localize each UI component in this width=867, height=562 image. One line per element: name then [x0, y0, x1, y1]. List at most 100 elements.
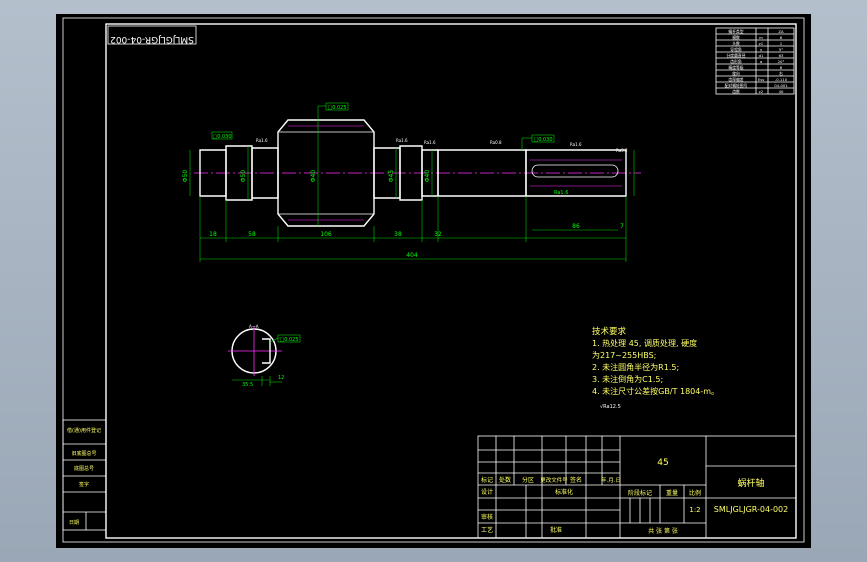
- left-strip-4: 签字: [79, 481, 89, 488]
- diameter-label-2: Φ50: [240, 170, 247, 183]
- tb-change-doc: 更改文件号: [540, 476, 568, 484]
- parameter-table: 蜗杆类型 ZA 模数 m 6 头数 z1 1 导程角 γ 5° 分度圆直径 d1 63 齿形角 α 20° 精度等…: [715, 27, 795, 95]
- param-row-7-val: 右: [779, 71, 783, 76]
- outer-frame: [62, 17, 805, 543]
- tech-req-line-3: 2. 未注圆角半径为R1.5;: [592, 362, 679, 372]
- drawing-number-box: SMLJGLJGR-04-002: [107, 25, 197, 45]
- length-4: 38: [394, 231, 402, 238]
- param-row-4-label: 分度圆直径: [727, 53, 746, 58]
- length-1: 18: [209, 231, 217, 238]
- overall-length: 404: [406, 252, 418, 259]
- param-row-6-val: 8: [780, 65, 783, 70]
- param-row-5-label: 齿形角: [730, 59, 742, 64]
- param-row-2-sym: z1: [759, 41, 764, 46]
- left-strip-3: 底图总号: [74, 465, 94, 472]
- tolerance-box-2: □0.025: [327, 105, 346, 111]
- param-row-8-sym: Ess: [758, 77, 764, 82]
- tb-zone: 分区: [522, 476, 534, 484]
- roughness-3: Ra0.8: [490, 140, 502, 145]
- tech-req-title: 技术要求: [592, 326, 627, 337]
- general-roughness: √Ra12.5: [600, 404, 621, 410]
- tb-standardization: 标准化: [555, 488, 573, 496]
- tb-scale: 1:2: [689, 506, 700, 514]
- tech-req-line-1: 1. 热处理 45, 调质处理, 硬度: [592, 338, 697, 348]
- diameter-label-5: Φ40: [424, 170, 431, 183]
- roughness-7: Ra3.2: [616, 148, 628, 153]
- param-row-4-val: 63: [779, 53, 784, 58]
- inner-frame: [105, 23, 797, 539]
- tb-weight: 重量: [666, 489, 678, 497]
- param-row-8-label: 齿厚偏差: [728, 77, 743, 82]
- left-strip-1: 借(通)用件登记: [67, 427, 101, 434]
- tb-process: 工艺: [481, 526, 493, 534]
- tech-req-line-2: 为217~255HBS;: [592, 350, 656, 360]
- param-row-1-label: 模数: [732, 35, 740, 40]
- drawing-sheet: SMLJGLJGR-04-002 Φ50 Φ50 Φ40 Φ45 Φ40 □0.…: [62, 17, 805, 543]
- tech-req-line-5: 4. 未注尺寸公差按GB/T 1804-m。: [592, 386, 719, 396]
- param-row-4-sym: d1: [759, 53, 764, 58]
- tb-date: 年.月.日: [601, 476, 621, 484]
- tb-checker: 审核: [481, 513, 493, 521]
- tb-drawing-number: SMLJGLJGR-04-002: [714, 505, 788, 514]
- tb-count: 处数: [499, 476, 511, 484]
- section-label: A—A: [249, 324, 259, 329]
- section-width-dim: 12: [278, 375, 284, 381]
- left-strip: 借(通)用件登记 旧底图总号 底图总号 签字 日期: [62, 419, 107, 531]
- tb-stage-mark: 阶段标记: [628, 489, 652, 497]
- section-depth-dim: 35.5: [242, 382, 253, 388]
- param-row-5-sym: α: [760, 59, 763, 64]
- tolerance-box-3: □0.030: [533, 137, 552, 143]
- length-3: 106: [320, 231, 332, 238]
- param-row-0-val: ZA: [778, 29, 784, 34]
- diameter-label-1: Φ50: [182, 170, 189, 183]
- section-tolerance-box: □0.025: [279, 337, 298, 343]
- param-row-2-label: 头数: [732, 41, 740, 46]
- diameter-label-3: Φ40: [310, 170, 317, 183]
- param-row-0-label: 蜗杆类型: [728, 29, 743, 34]
- param-row-9-val: 04-001: [774, 83, 788, 88]
- param-row-3-sym: γ: [760, 47, 763, 52]
- tech-req-line-4: 3. 未注倒角为C1.5;: [592, 374, 663, 384]
- param-row-10-val: 40: [779, 89, 784, 94]
- tb-material: 45: [657, 458, 668, 468]
- drawing-number-mirrored: SMLJGLJGR-04-002: [110, 34, 194, 44]
- roughness-5: Ra1.6: [424, 140, 436, 145]
- length-7: 7: [620, 223, 624, 230]
- tb-approve: 批准: [550, 526, 562, 534]
- param-row-8-val: -0.110: [775, 77, 788, 82]
- roughness-1: Ra1.6: [256, 138, 268, 143]
- tb-scale-label: 比例: [689, 489, 701, 497]
- left-strip-5: 日期: [69, 520, 79, 526]
- title-block: 标记 处数 分区 更改文件号 签名 年.月.日 设计 标准化 审核 工艺 批准 …: [477, 435, 797, 539]
- tb-designer: 设计: [481, 488, 493, 496]
- param-row-2-val: 1: [780, 41, 783, 46]
- tb-part-name: 蜗杆轴: [737, 477, 764, 489]
- diameter-label-4: Φ45: [388, 170, 395, 183]
- tolerance-box-1: □0.030: [212, 134, 231, 140]
- param-row-6-label: 精度等级: [728, 65, 743, 70]
- technical-requirements: 技术要求 1. 热处理 45, 调质处理, 硬度 为217~255HBS; 2.…: [592, 326, 719, 410]
- roughness-4: Ra1.6: [570, 142, 582, 147]
- param-row-10-label: 齿数: [732, 89, 740, 94]
- param-row-7-label: 旋向: [732, 71, 740, 76]
- shaft-main-view: Φ50 Φ50 Φ40 Φ45 Φ40 □0.030 □0.025 □0.030…: [182, 102, 641, 262]
- param-row-9-label: 配对蜗轮图号: [725, 83, 748, 88]
- section-view-a: A—A □0.025 12 35.5: [228, 324, 301, 388]
- param-row-1-sym: m: [759, 35, 763, 40]
- length-5: 32: [434, 231, 442, 238]
- length-2: 58: [248, 231, 256, 238]
- param-row-10-sym: z2: [759, 89, 764, 94]
- tb-signature: 签名: [570, 476, 582, 484]
- param-row-1-val: 6: [780, 35, 783, 40]
- keyway: [531, 164, 619, 178]
- length-6: 86: [572, 223, 580, 230]
- left-strip-2: 旧底图总号: [71, 450, 96, 457]
- param-row-3-label: 导程角: [730, 47, 742, 52]
- roughness-6: Ra1.6: [554, 190, 568, 196]
- roughness-2: Ra1.6: [396, 138, 408, 143]
- cad-viewport[interactable]: SMLJGLJGR-04-002 Φ50 Φ50 Φ40 Φ45 Φ40 □0.…: [56, 14, 811, 548]
- param-row-5-val: 20°: [778, 59, 785, 64]
- param-row-3-val: 5°: [779, 47, 783, 52]
- tb-sheets: 共 张 第 张: [648, 527, 678, 535]
- tb-mark: 标记: [481, 476, 493, 484]
